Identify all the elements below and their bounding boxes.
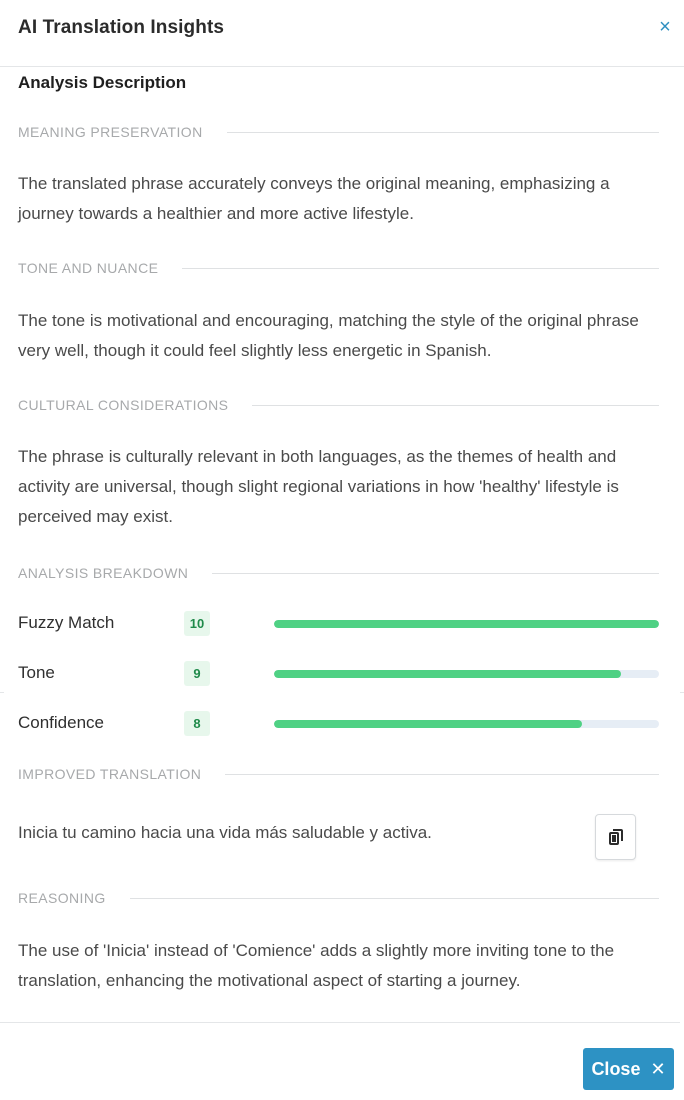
analysis-description-title: Analysis Description [18,73,187,92]
section-divider [129,897,659,899]
metric-progress-fill [274,720,582,728]
cultural-text: The phrase is culturally relevant in bot… [18,447,619,526]
section-heading-improved: IMPROVED TRANSLATION [18,764,659,784]
section-heading-label: TONE AND NUANCE [18,260,159,276]
section-heading-meaning: MEANING PRESERVATION [18,122,659,142]
metric-score-badge: 9 [184,661,210,686]
metric-progress-track [274,620,659,628]
metric-row-confidence: Confidence 8 [18,711,659,737]
meaning-text: The translated phrase accurately conveys… [18,174,610,223]
side-marker [0,692,4,693]
close-button[interactable]: Close ✕ [583,1048,674,1090]
metric-score-badge: 10 [184,611,210,636]
section-divider [226,131,659,133]
metric-name: Confidence [18,713,105,732]
close-icon[interactable]: × [656,17,674,39]
metric-score-badge: 8 [184,711,210,736]
metric-name: Fuzzy Match [18,613,115,632]
metric-progress-fill [274,670,621,678]
section-heading-label: CULTURAL CONSIDERATIONS [18,397,229,413]
section-heading-label: MEANING PRESERVATION [18,124,203,140]
footer-divider [0,1022,680,1023]
section-divider [212,572,659,574]
section-heading-label: IMPROVED TRANSLATION [18,766,202,782]
copy-button[interactable] [595,814,636,860]
metric-progress-fill [274,620,659,628]
section-heading-cultural: CULTURAL CONSIDERATIONS [18,395,659,415]
ai-insights-modal: AI Translation Insights × Analysis Descr… [0,0,684,1100]
section-divider [182,267,659,269]
reasoning-text: The use of 'Inicia' instead of 'Comience… [18,941,615,990]
section-divider [225,773,659,775]
modal-title: AI Translation Insights [18,17,225,38]
copy-icon [608,829,623,845]
side-marker [680,692,684,693]
section-heading-breakdown: ANALYSIS BREAKDOWN [18,563,659,583]
tone-text: The tone is motivational and encouraging… [18,311,639,360]
section-divider [252,404,659,406]
metric-progress-track [274,720,659,728]
section-heading-tone: TONE AND NUANCE [18,258,659,278]
modal-header: AI Translation Insights × [0,0,684,67]
metric-progress-track [274,670,659,678]
close-button-label: Close [591,1058,641,1079]
improved-translation-text: Inicia tu camino hacia una vida más salu… [18,823,432,842]
section-heading-label: ANALYSIS BREAKDOWN [18,565,189,581]
section-heading-reasoning: REASONING [18,888,659,908]
metric-row-tone: Tone 9 [18,661,659,687]
metric-row-fuzzy-match: Fuzzy Match 10 [18,611,659,637]
section-heading-label: REASONING [18,890,106,906]
metric-name: Tone [18,663,55,682]
close-icon: ✕ [650,1058,666,1079]
